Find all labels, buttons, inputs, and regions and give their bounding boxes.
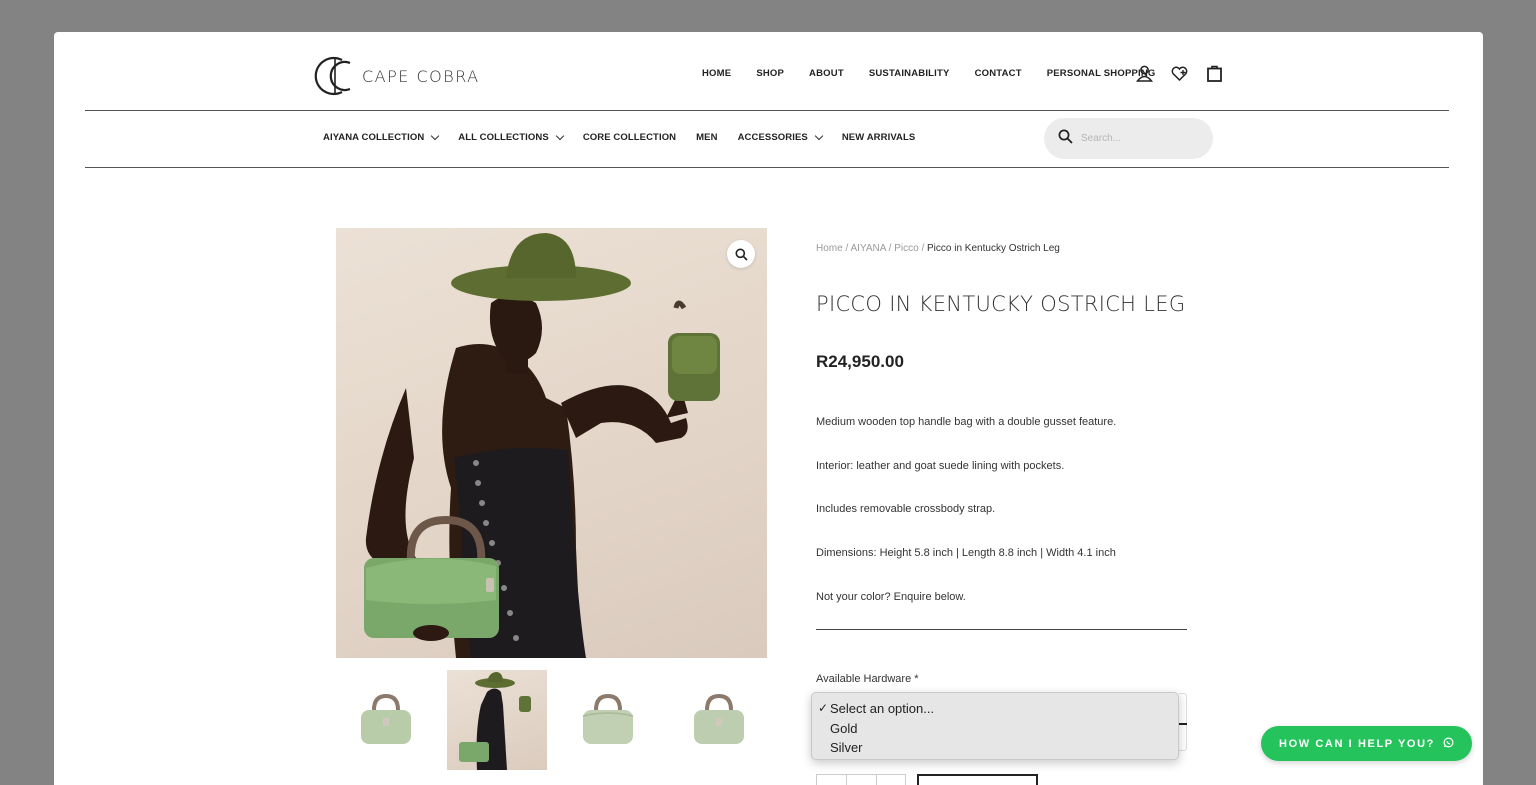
subnav-new-arrivals[interactable]: NEW ARRIVALS: [842, 132, 916, 143]
breadcrumb-picco[interactable]: Picco: [894, 243, 918, 254]
subnav-aiyana-collection[interactable]: AIYANA COLLECTION: [323, 131, 440, 143]
description-line: Includes removable crossbody strap.: [816, 503, 996, 515]
header-icons: [1136, 65, 1223, 82]
nav-sustainability[interactable]: SUSTAINABILITY: [869, 68, 950, 79]
option-silver[interactable]: Silver: [812, 738, 1178, 758]
bag-thumbnail-image: [361, 693, 411, 744]
subnav-label: NEW ARRIVALS: [841, 132, 916, 143]
subnav-label: CORE COLLECTION: [582, 132, 677, 143]
section-divider: [816, 629, 1187, 630]
zoom-button[interactable]: [727, 240, 755, 268]
thumbnail-2[interactable]: [447, 670, 547, 770]
option-label: Gold: [830, 720, 858, 736]
quantity-stepper[interactable]: [816, 774, 906, 785]
option-label: Silver: [830, 740, 863, 755]
user-icon[interactable]: [1136, 65, 1153, 82]
product-main-image[interactable]: [336, 228, 767, 658]
subnav-label: AIYANA COLLECTION: [323, 132, 425, 143]
breadcrumb-separator: /: [888, 243, 892, 254]
brand-logo[interactable]: CAPE COBRA: [312, 54, 480, 98]
breadcrumb: Home / AIYANA / Picco / Picco in Kentuck…: [816, 243, 1060, 254]
whatsapp-help-button[interactable]: HOW CAN I HELP YOU?: [1261, 726, 1472, 761]
option-gold[interactable]: Gold: [812, 719, 1178, 739]
thumbnail-1[interactable]: [336, 670, 436, 770]
whatsapp-icon: [1443, 736, 1454, 751]
category-nav: AIYANA COLLECTION ALL COLLECTIONS CORE C…: [323, 131, 935, 143]
thumbnail-4[interactable]: [669, 670, 769, 770]
hardware-label: Available Hardware *: [816, 673, 918, 685]
product-page: CAPE COBRA HOME SHOP ABOUT SUSTAINABILIT…: [54, 32, 1483, 785]
search-box[interactable]: [1044, 118, 1213, 159]
nav-contact[interactable]: CONTACT: [975, 68, 1022, 79]
thumbnail-3[interactable]: [558, 670, 658, 770]
chevron-down-icon: [431, 131, 440, 140]
subnav-core-collection[interactable]: CORE COLLECTION: [583, 132, 676, 143]
thumbnail-strip: [336, 670, 769, 770]
option-select-an-option[interactable]: ✓ Select an option...: [812, 699, 1178, 719]
search-icon: [1058, 129, 1073, 149]
description-line: Dimensions: Height 5.8 inch | Length 8.8…: [816, 547, 1116, 559]
nav-home[interactable]: HOME: [702, 68, 731, 79]
wishlist-heart-icon[interactable]: [1171, 65, 1188, 82]
header-divider: [85, 110, 1449, 111]
breadcrumb-aiyana[interactable]: AIYANA: [850, 243, 885, 254]
hardware-dropdown-menu[interactable]: ✓ Select an option... Gold Silver: [811, 692, 1179, 760]
subnav-label: ALL COLLECTIONS: [458, 132, 549, 143]
subnav-divider: [85, 167, 1449, 168]
hardware-select[interactable]: [1179, 693, 1187, 751]
model-thumbnail-image: [459, 672, 531, 770]
add-to-cart-button[interactable]: [917, 774, 1038, 785]
description-line: Medium wooden top handle bag with a doub…: [816, 416, 1117, 428]
search-input[interactable]: [1081, 133, 1191, 144]
nav-about[interactable]: ABOUT: [809, 68, 844, 79]
required-mark: *: [914, 673, 919, 685]
subnav-label: ACCESSORIES: [737, 132, 808, 143]
breadcrumb-separator: /: [921, 243, 925, 254]
description-line: Interior: leather and goat suede lining …: [816, 460, 1065, 472]
product-price: R24,950.00: [816, 352, 904, 371]
breadcrumb-current: Picco in Kentucky Ostrich Leg: [927, 243, 1060, 254]
brand-name: CAPE COBRA: [362, 66, 480, 86]
magnifier-icon: [735, 248, 748, 261]
subnav-accessories[interactable]: ACCESSORIES: [737, 131, 824, 143]
nav-shop[interactable]: SHOP: [756, 68, 784, 79]
help-button-label: HOW CAN I HELP YOU?: [1279, 737, 1435, 750]
checkmark-icon: ✓: [818, 701, 829, 715]
main-nav: HOME SHOP ABOUT SUSTAINABILITY CONTACT P…: [702, 68, 1181, 79]
description-line: Not your color? Enquire below.: [816, 591, 966, 603]
cc-logo-icon: [312, 54, 358, 98]
subnav-men[interactable]: MEN: [696, 132, 717, 143]
subnav-all-collections[interactable]: ALL COLLECTIONS: [458, 131, 565, 143]
select-underline: [1179, 723, 1187, 725]
bag-thumbnail-image: [694, 693, 744, 744]
breadcrumb-home[interactable]: Home: [816, 243, 843, 254]
product-title: PICCO IN KENTUCKY OSTRICH LEG: [816, 292, 1186, 316]
breadcrumb-separator: /: [845, 243, 849, 254]
bag-thumbnail-image: [582, 693, 634, 744]
shopping-bag-icon[interactable]: [1206, 65, 1223, 82]
hardware-label-text: Available Hardware: [816, 673, 912, 685]
subnav-label: MEN: [696, 132, 718, 143]
chevron-down-icon: [555, 131, 565, 140]
option-label: Select an option...: [830, 701, 935, 716]
chevron-down-icon: [814, 131, 824, 140]
model-photo: [364, 233, 720, 658]
